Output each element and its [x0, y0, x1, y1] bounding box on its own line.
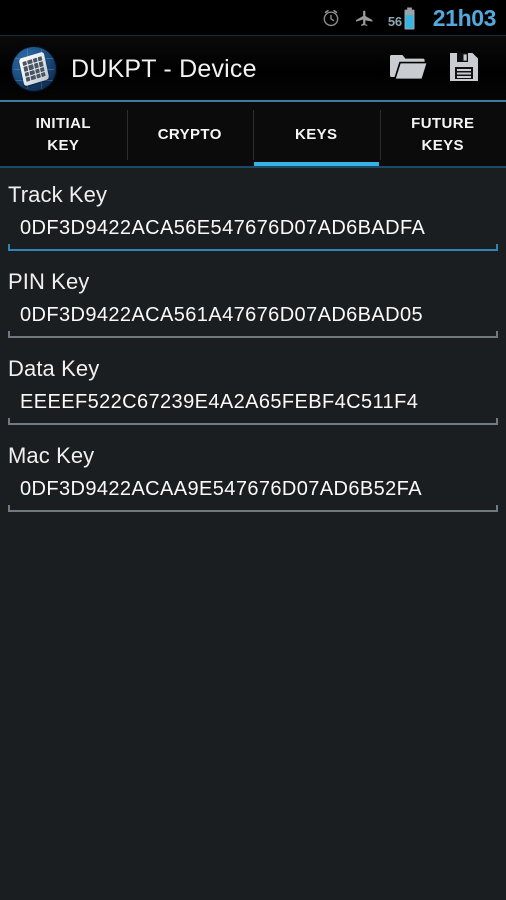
airplane-mode-icon [354, 8, 375, 29]
status-bar-icons: 56 21h03 [321, 4, 497, 31]
tab-initial-key-label: INITIAL KEY [35, 115, 91, 154]
app-logo-icon [12, 47, 56, 91]
data-key-label: Data Key [8, 356, 100, 381]
keys-form: Track Key 0DF3D9422ACA56E547676D07AD6BAD… [0, 168, 506, 900]
battery-level-label: 56 [387, 13, 402, 29]
track-key-value: 0DF3D9422ACA56E547676D07AD6BADFA [20, 217, 426, 239]
track-key-input[interactable]: 0DF3D9422ACA56E547676D07AD6BADFA [8, 210, 498, 251]
tab-keys[interactable]: KEYS [253, 102, 380, 168]
tab-crypto-label: CRYPTO [157, 126, 222, 144]
tab-bar: INITIAL KEY CRYPTO KEYS FUTURE KEYS [0, 102, 506, 168]
mac-key-label: Mac Key [8, 443, 95, 468]
field-group-pin-key: PIN Key 0DF3D9422ACA561A47676D07AD6BAD05 [0, 261, 506, 338]
field-group-data-key: Data Key EEEEF522C67239E4A2A65FEBF4C511F… [0, 348, 506, 425]
save-file-button[interactable] [436, 41, 492, 97]
open-folder-icon [389, 52, 427, 87]
mac-key-input[interactable]: 0DF3D9422ACAA9E547676D07AD6B52FA [8, 471, 498, 512]
tab-initial-key[interactable]: INITIAL KEY [0, 102, 127, 168]
mac-key-underline [8, 505, 498, 512]
data-key-underline [8, 418, 498, 425]
status-bar: 56 21h03 [0, 0, 506, 36]
action-bar: DUKPT - Device [0, 36, 506, 102]
data-key-input[interactable]: EEEEF522C67239E4A2A65FEBF4C511F4 [8, 384, 498, 425]
tab-future-keys[interactable]: FUTURE KEYS [379, 102, 506, 168]
field-group-track-key: Track Key 0DF3D9422ACA56E547676D07AD6BAD… [0, 174, 506, 251]
open-file-button[interactable] [380, 41, 436, 97]
mac-key-value: 0DF3D9422ACAA9E547676D07AD6B52FA [20, 478, 422, 500]
save-floppy-icon [448, 51, 480, 88]
track-key-label: Track Key [8, 182, 108, 207]
pin-key-input[interactable]: 0DF3D9422ACA561A47676D07AD6BAD05 [8, 297, 498, 338]
pin-key-value: 0DF3D9422ACA561A47676D07AD6BAD05 [20, 304, 424, 326]
status-bar-clock: 21h03 [432, 4, 497, 31]
data-key-value: EEEEF522C67239E4A2A65FEBF4C511F4 [20, 391, 419, 413]
tab-future-keys-label: FUTURE KEYS [411, 115, 475, 154]
app-title: DUKPT - Device [71, 54, 257, 83]
field-group-mac-key: Mac Key 0DF3D9422ACAA9E547676D07AD6B52FA [0, 435, 506, 512]
tab-keys-label: KEYS [295, 126, 338, 144]
alarm-clock-icon [321, 8, 341, 28]
pin-key-label: PIN Key [8, 269, 90, 294]
pin-key-underline [8, 331, 498, 338]
battery-icon: 56 [388, 7, 415, 30]
tab-bar-separator [0, 166, 506, 168]
track-key-underline [8, 244, 498, 251]
tab-crypto[interactable]: CRYPTO [126, 102, 254, 168]
